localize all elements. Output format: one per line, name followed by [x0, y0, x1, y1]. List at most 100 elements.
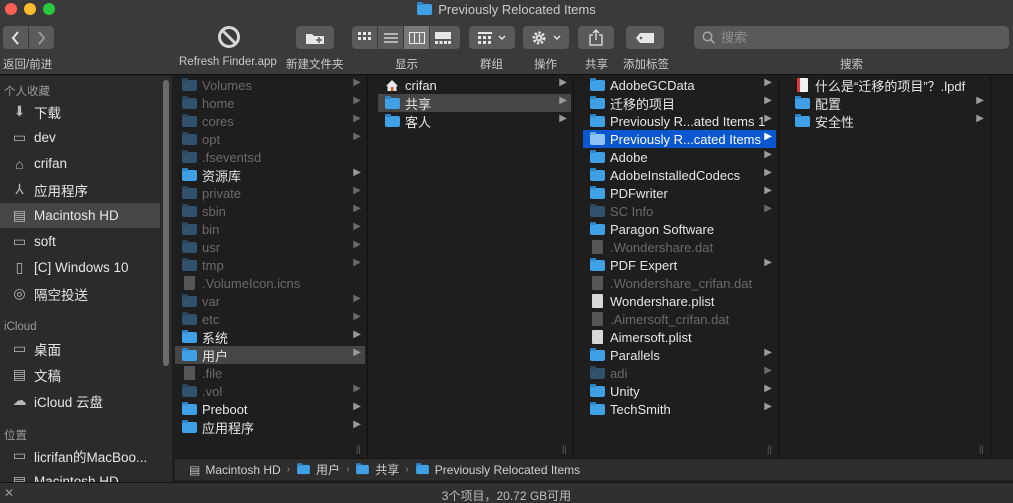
add-tag-button[interactable] — [626, 26, 664, 49]
column-resize-handle[interactable]: || — [562, 444, 567, 454]
action-button[interactable] — [523, 26, 569, 49]
folder-row[interactable]: Paragon Software — [583, 220, 776, 238]
column-resize-handle[interactable]: || — [979, 444, 984, 454]
icon-view-button[interactable] — [352, 26, 378, 49]
folder-row[interactable]: adi ▶ — [583, 364, 776, 382]
folder-row[interactable]: Previously R...ated Items 1 ▶ — [583, 112, 776, 130]
folder-row[interactable]: 资源库 ▶ — [175, 166, 365, 184]
folder-row[interactable]: 应用程序 ▶ — [175, 418, 365, 436]
folder-icon — [181, 293, 197, 308]
search-input[interactable] — [721, 30, 1001, 45]
folder-row[interactable]: 用户 ▶ — [175, 346, 365, 364]
item-name: .vol — [202, 383, 223, 399]
folder-row[interactable]: PDFwriter ▶ — [583, 184, 776, 202]
folder-row[interactable]: AdobeGCData ▶ — [583, 76, 776, 94]
sidebar-item[interactable]: ▤ Macintosh HD — [0, 203, 160, 228]
folder-icon — [589, 221, 605, 236]
folder-row[interactable]: 配置 ▶ — [788, 94, 988, 112]
folder-icon — [181, 419, 197, 434]
sidebar-item[interactable]: ▭ 桌面 — [0, 336, 160, 361]
folder-row[interactable]: etc ▶ — [175, 310, 365, 328]
column-resize-handle[interactable]: || — [767, 444, 772, 454]
file-row[interactable]: .Wondershare_crifan.dat — [583, 274, 776, 292]
path-segment[interactable]: Previously Relocated Items — [415, 463, 580, 477]
path-segment[interactable]: 用户 — [296, 461, 340, 478]
sidebar-item[interactable]: ⅄ 应用程序 — [0, 177, 160, 202]
sidebar-item[interactable]: ▤ 文稿 — [0, 362, 160, 387]
folder-row[interactable]: AdobeInstalledCodecs ▶ — [583, 166, 776, 184]
group-button[interactable] — [469, 26, 515, 49]
disclosure-arrow-icon: ▶ — [353, 113, 361, 124]
disclosure-arrow-icon: ▶ — [976, 113, 984, 124]
folder-row[interactable]: var ▶ — [175, 292, 365, 310]
folder-row[interactable]: TechSmith ▶ — [583, 400, 776, 418]
folder-icon — [181, 77, 197, 92]
share-icon — [589, 29, 603, 46]
file-row[interactable]: .VolumeIcon.icns — [175, 274, 365, 292]
sidebar-item[interactable]: ▯ [C] Windows 10 — [0, 255, 160, 280]
folder-row[interactable]: private ▶ — [175, 184, 365, 202]
folder-row[interactable]: home ▶ — [175, 94, 365, 112]
folder-row[interactable]: opt ▶ — [175, 130, 365, 148]
action-label: 操作 — [534, 59, 557, 71]
refresh-finder-button[interactable] — [217, 25, 241, 49]
sidebar-item[interactable]: ☁ iCloud 云盘 — [0, 388, 160, 413]
column-view-button[interactable] — [404, 26, 430, 49]
folder-row[interactable]: Previously R...cated Items ▶ — [583, 130, 776, 148]
folder-row[interactable]: bin ▶ — [175, 220, 365, 238]
sidebar-item[interactable]: ▭ licrifan的MacBoo... — [0, 443, 160, 468]
sidebar-item[interactable]: ⬇ 下载 — [0, 99, 160, 124]
add-tag-label: 添加标签 — [623, 59, 669, 71]
item-name: .Wondershare.dat — [610, 239, 714, 255]
file-row[interactable]: 什么是“迁移的项目”？.lpdf — [788, 76, 988, 94]
new-folder-button[interactable] — [296, 26, 334, 49]
folder-icon — [181, 185, 197, 200]
file-row[interactable]: .Wondershare.dat — [583, 238, 776, 256]
folder-row[interactable]: 安全性 ▶ — [788, 112, 988, 130]
folder-row[interactable]: Adobe ▶ — [583, 148, 776, 166]
sidebar-item[interactable]: ◎ 隔空投送 — [0, 281, 160, 306]
folder-row[interactable]: Preboot ▶ — [175, 400, 365, 418]
folder-icon — [415, 463, 429, 475]
sidebar-item[interactable]: ⌂ crifan — [0, 151, 160, 176]
column-resize-handle[interactable]: || — [356, 444, 361, 454]
sidebar-item[interactable]: ▭ dev — [0, 125, 160, 150]
gallery-view-button[interactable] — [430, 26, 456, 49]
file-row[interactable]: .file — [175, 364, 365, 382]
sidebar-scrollbar[interactable] — [163, 80, 169, 366]
path-segment[interactable]: ▤ Macintosh HD — [189, 463, 281, 477]
share-button[interactable] — [578, 26, 614, 49]
folder-row[interactable]: sbin ▶ — [175, 202, 365, 220]
folder-row[interactable]: SC Info ▶ — [583, 202, 776, 220]
file-row[interactable]: Wondershare.plist — [583, 292, 776, 310]
sidebar-item[interactable]: ▤ Macintosh HD — [0, 469, 160, 482]
file-icon — [181, 276, 197, 290]
folder-row[interactable]: .fseventsd — [175, 148, 365, 166]
search-field[interactable] — [694, 26, 1009, 49]
folder-row[interactable]: crifan ▶ — [378, 76, 571, 94]
folder-row[interactable]: PDF Expert ▶ — [583, 256, 776, 274]
folder-row[interactable]: tmp ▶ — [175, 256, 365, 274]
folder-row[interactable]: 客人 ▶ — [378, 112, 571, 130]
folder-row[interactable]: Parallels ▶ — [583, 346, 776, 364]
item-name: tmp — [202, 257, 224, 273]
folder-row[interactable]: usr ▶ — [175, 238, 365, 256]
path-segment[interactable]: 共享 — [355, 461, 399, 478]
file-row[interactable]: .Aimersoft_crifan.dat — [583, 310, 776, 328]
back-button[interactable] — [3, 26, 29, 49]
folder-row[interactable]: 迁移的项目 ▶ — [583, 94, 776, 112]
list-view-button[interactable] — [378, 26, 404, 49]
sidebar-item[interactable]: ▭ soft — [0, 229, 160, 254]
item-name: Volumes — [202, 77, 252, 93]
folder-icon — [589, 257, 605, 272]
folder-icon — [589, 149, 605, 164]
folder-row[interactable]: cores ▶ — [175, 112, 365, 130]
folder-row[interactable]: 共享 ▶ — [378, 94, 571, 112]
folder-row[interactable]: Unity ▶ — [583, 382, 776, 400]
file-row[interactable]: Aimersoft.plist — [583, 328, 776, 346]
folder-row[interactable]: .vol ▶ — [175, 382, 365, 400]
forward-button[interactable] — [29, 26, 54, 49]
folder-row[interactable]: 系统 ▶ — [175, 328, 365, 346]
folder-row[interactable]: Volumes ▶ — [175, 76, 365, 94]
item-name: 客人 — [405, 114, 432, 130]
